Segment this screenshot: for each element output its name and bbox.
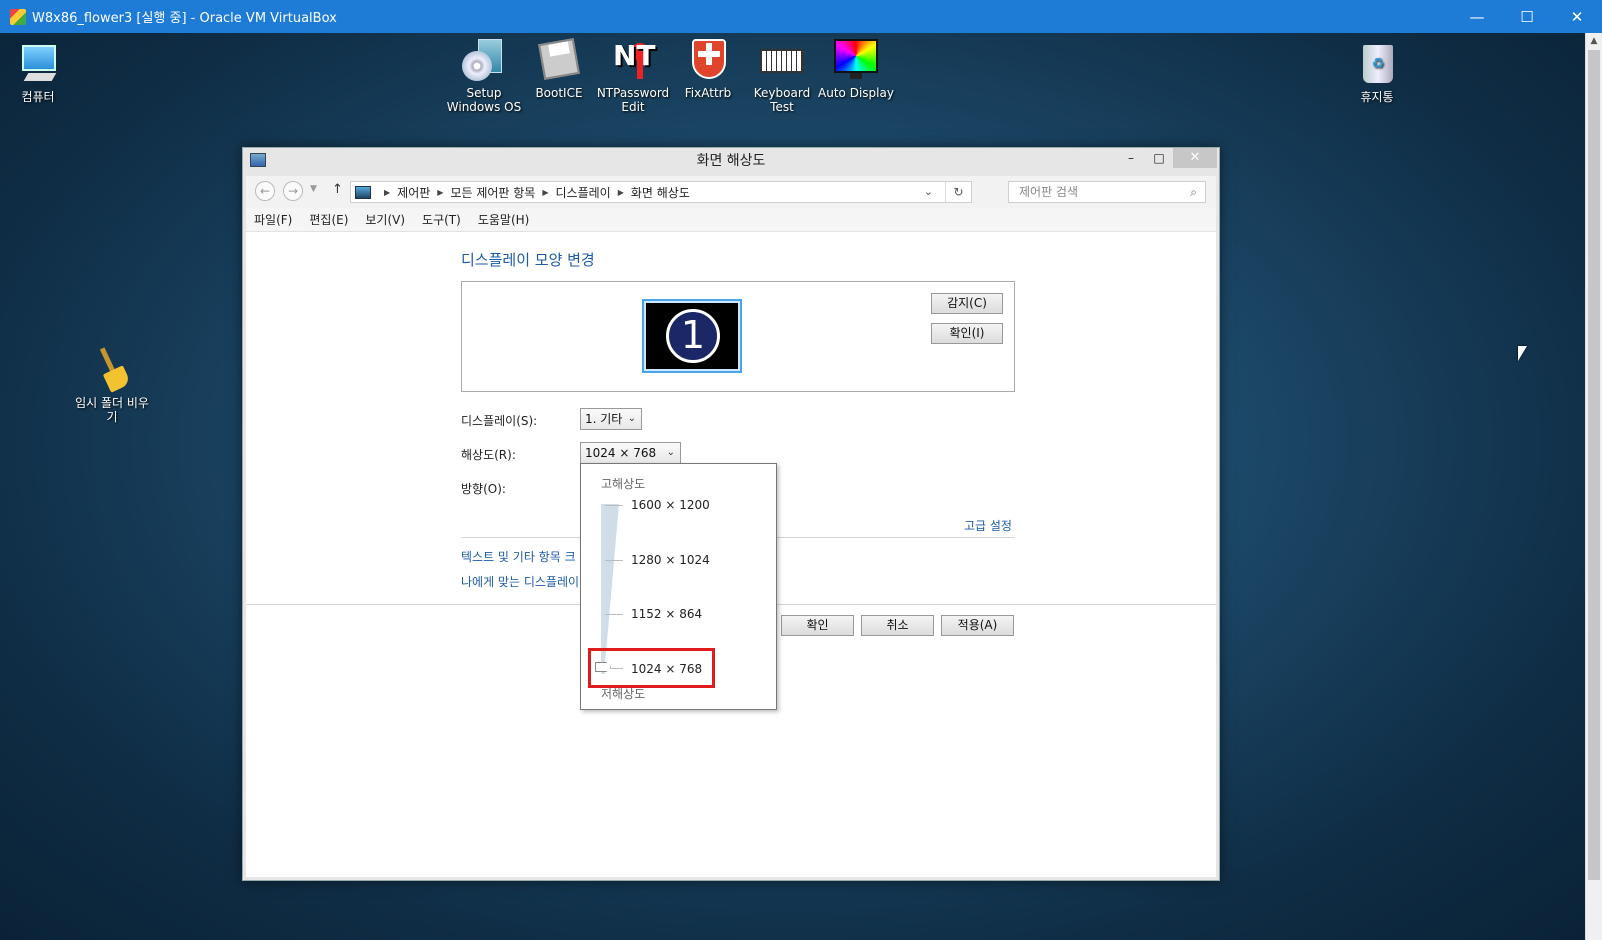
resolution-option[interactable]: 1152 × 864 <box>631 607 702 621</box>
text-size-link[interactable]: 텍스트 및 기타 항목 크 <box>461 548 576 565</box>
chevron-down-icon: ⌄ <box>627 413 636 424</box>
window-close-button[interactable]: ✕ <box>1173 148 1217 168</box>
desktop-icon-setup-windows[interactable]: Setup Windows OS <box>444 37 524 114</box>
breadcrumb-separator-icon[interactable]: ▶ <box>384 188 390 197</box>
search-icon[interactable]: ⌕ <box>1190 182 1197 202</box>
display-label: 디스플레이(S): <box>461 414 538 428</box>
slider-tick <box>605 560 623 561</box>
resolution-label: 해상도(R): <box>461 448 516 462</box>
desktop-icon-label: FixAttrb <box>684 86 732 100</box>
menu-file[interactable]: 파일(F) <box>254 208 292 231</box>
desktop-icon-temp-cleanup[interactable]: 임시 폴더 비우기 <box>72 347 152 424</box>
breadcrumb-item[interactable]: 제어판 <box>397 184 430 201</box>
navigation-bar: ← → ▼ ↑ ▶ 제어판 ▶ 모든 제어판 항목 ▶ 디스플레이 ▶ 화면 해… <box>246 176 1216 208</box>
desktop-icon-bootice[interactable]: BootICE <box>519 37 599 100</box>
desktop-icon-label: NTPassword Edit <box>596 86 670 114</box>
resolution-select-value: 1024 × 768 <box>585 446 657 460</box>
computer-icon <box>14 41 62 87</box>
window-title: 화면 해상도 <box>696 153 766 169</box>
scrollbar-thumb[interactable] <box>1588 50 1600 880</box>
display-settings-icon <box>250 153 266 167</box>
detect-button[interactable]: 감지(C) <box>931 293 1003 314</box>
setup-disc-icon <box>460 37 508 83</box>
monitor-thumbnail[interactable]: 1 <box>642 299 742 373</box>
search-input[interactable]: 제어판 검색 ⌕ <box>1008 181 1206 203</box>
desktop-icon-recycle-bin[interactable]: ♻ 휴지통 <box>1337 41 1417 104</box>
slider-tick <box>605 614 623 615</box>
desktop-icon-label: Keyboard Test <box>753 86 811 114</box>
desktop-icon-fixattrb[interactable]: FixAttrb <box>668 37 748 100</box>
breadcrumb-separator-icon[interactable]: ▶ <box>618 188 624 197</box>
desktop-icon-keyboard-test[interactable]: Keyboard Test <box>742 37 822 114</box>
slider-tick <box>605 505 623 506</box>
display-select-value: 1. 기타 <box>585 412 623 426</box>
menu-edit[interactable]: 편집(E) <box>309 208 348 231</box>
desktop-icon-auto-display[interactable]: Auto Display <box>816 37 896 100</box>
desktop-icon-label: Auto Display <box>818 86 894 100</box>
desktop-icon-label: Setup Windows OS <box>446 86 522 114</box>
menu-help[interactable]: 도움말(H) <box>478 208 530 231</box>
desktop-icon-label: 휴지통 <box>1360 90 1394 104</box>
resolution-option[interactable]: 1280 × 1024 <box>631 553 710 567</box>
vbox-minimize-button[interactable]: — <box>1452 0 1502 33</box>
breadcrumb-item[interactable]: 디스플레이 <box>556 184 611 201</box>
breadcrumb-item[interactable]: 모든 제어판 항목 <box>450 184 535 201</box>
address-bar[interactable]: ▶ 제어판 ▶ 모든 제어판 항목 ▶ 디스플레이 ▶ 화면 해상도 ⌄ ↻ <box>350 181 972 203</box>
chevron-down-icon: ⌄ <box>666 447 675 458</box>
up-arrow-icon[interactable]: ↑ <box>332 182 343 197</box>
mouse-cursor-icon <box>1518 346 1527 361</box>
shield-icon <box>684 37 732 83</box>
back-arrow-icon[interactable]: ← <box>255 181 275 201</box>
control-panel-icon <box>355 185 371 199</box>
keyboard-icon <box>758 37 806 83</box>
monitor-number-badge: 1 <box>666 309 720 363</box>
orientation-label: 방향(O): <box>461 482 506 496</box>
vbox-window-title: W8x86_flower3 [실행 중] - Oracle VM Virtual… <box>32 11 337 26</box>
refresh-icon[interactable]: ↻ <box>945 182 971 202</box>
advanced-settings-link[interactable]: 고급 설정 <box>964 517 1012 534</box>
display-select[interactable]: 1. 기타 ⌄ <box>580 408 642 430</box>
desktop-icon-label: 컴퓨터 <box>21 90 55 104</box>
broom-icon <box>88 347 136 393</box>
desktop-icon-label: BootICE <box>535 86 583 100</box>
key-icon: NT <box>609 37 657 83</box>
floppy-disk-icon <box>535 37 583 83</box>
breadcrumb-separator-icon[interactable]: ▶ <box>437 188 443 197</box>
vbox-maximize-button[interactable]: ☐ <box>1502 0 1552 33</box>
virtualbox-app-icon <box>10 8 26 25</box>
identify-button[interactable]: 확인(I) <box>931 323 1003 344</box>
window-maximize-button[interactable]: □ <box>1145 148 1173 168</box>
display-settings-link[interactable]: 나에게 맞는 디스플레이 <box>461 573 579 590</box>
menu-view[interactable]: 보기(V) <box>365 208 405 231</box>
scroll-up-arrow-icon[interactable]: ▲ <box>1586 33 1602 50</box>
vbox-title-bar: W8x86_flower3 [실행 중] - Oracle VM Virtual… <box>0 0 1602 33</box>
page-title: 디스플레이 모양 변경 <box>461 251 595 269</box>
resolution-option[interactable]: 1600 × 1200 <box>631 498 710 512</box>
selection-highlight-box <box>588 648 715 688</box>
search-placeholder: 제어판 검색 <box>1019 185 1079 199</box>
menu-bar: 파일(F) 편집(E) 보기(V) 도구(T) 도움말(H) <box>246 208 1216 232</box>
resolution-select[interactable]: 1024 × 768 ⌄ <box>580 442 681 464</box>
resolution-slider-wedge <box>605 504 619 664</box>
recent-locations-icon[interactable]: ▼ <box>310 184 317 194</box>
vm-vertical-scrollbar[interactable]: ▲ <box>1585 33 1602 940</box>
window-title-bar: 화면 해상도 – □ ✕ <box>243 148 1219 174</box>
high-resolution-caption: 고해상도 <box>601 477 646 491</box>
vbox-close-button[interactable]: ✕ <box>1552 0 1602 33</box>
breadcrumb-item[interactable]: 화면 해상도 <box>631 184 690 201</box>
ok-button[interactable]: 확인 <box>781 615 854 636</box>
window-minimize-button[interactable]: – <box>1117 148 1145 168</box>
menu-tools[interactable]: 도구(T) <box>422 208 461 231</box>
color-monitor-icon <box>832 37 880 83</box>
desktop-icon-ntpassword[interactable]: NT NTPassword Edit <box>593 37 673 114</box>
display-preview: 1 감지(C) 확인(I) <box>461 281 1015 392</box>
apply-button[interactable]: 적용(A) <box>941 615 1014 636</box>
address-dropdown-icon[interactable]: ⌄ <box>924 185 933 198</box>
desktop-icon-computer[interactable]: 컴퓨터 <box>0 41 78 104</box>
forward-arrow-icon[interactable]: → <box>283 181 303 201</box>
cancel-button[interactable]: 취소 <box>861 615 934 636</box>
recycle-bin-icon: ♻ <box>1353 41 1401 87</box>
desktop-icon-label: 임시 폴더 비우기 <box>75 396 149 424</box>
breadcrumb-separator-icon[interactable]: ▶ <box>542 188 548 197</box>
